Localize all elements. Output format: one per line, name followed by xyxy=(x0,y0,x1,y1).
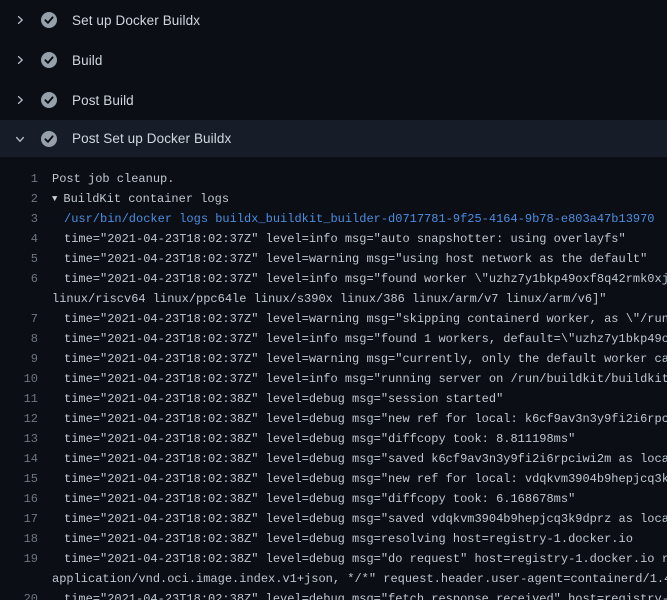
log-line-number[interactable]: 11 xyxy=(0,389,44,409)
step-label: Set up Docker Buildx xyxy=(72,13,200,28)
group-expander-icon[interactable]: ▼ xyxy=(52,189,57,209)
log-line-number[interactable]: 19 xyxy=(0,549,44,569)
log-line-text: time="2021-04-23T18:02:38Z" level=debug … xyxy=(64,469,667,489)
log-line-text: linux/riscv64 linux/ppc64le linux/s390x … xyxy=(52,289,607,309)
log-line-text: time="2021-04-23T18:02:37Z" level=info m… xyxy=(64,269,667,289)
log-line: 14 time="2021-04-23T18:02:38Z" level=deb… xyxy=(0,449,667,469)
log-line: 8 time="2021-04-23T18:02:37Z" level=info… xyxy=(0,329,667,349)
log-line-text: time="2021-04-23T18:02:38Z" level=debug … xyxy=(64,449,667,469)
check-circle-icon xyxy=(36,51,62,69)
log-line-number[interactable]: 5 xyxy=(0,249,44,269)
log-line-text: time="2021-04-23T18:02:38Z" level=debug … xyxy=(64,389,503,409)
log-line-number[interactable]: 13 xyxy=(0,429,44,449)
log-line-text: /usr/bin/docker logs buildx_buildkit_bui… xyxy=(64,209,655,229)
step-label: Build xyxy=(72,53,103,68)
log-line-number[interactable]: 20 xyxy=(0,589,44,600)
log-line-text: time="2021-04-23T18:02:37Z" level=info m… xyxy=(64,369,667,389)
log-line-text: time="2021-04-23T18:02:37Z" level=warnin… xyxy=(64,249,647,269)
step-row-post-set-up-docker-buildx[interactable]: Post Set up Docker Buildx xyxy=(0,120,667,157)
log-line-text: time="2021-04-23T18:02:37Z" level=info m… xyxy=(64,229,626,249)
log-line: application/vnd.oci.image.index.v1+json,… xyxy=(0,569,667,589)
check-circle-icon xyxy=(36,91,62,109)
log-group-title[interactable]: BuildKit container logs xyxy=(63,192,229,206)
log-line-number[interactable]: 15 xyxy=(0,469,44,489)
log-line-number[interactable]: 17 xyxy=(0,509,44,529)
job-steps-list: Set up Docker Buildx Build P xyxy=(0,0,667,157)
log-line-text: time="2021-04-23T18:02:38Z" level=debug … xyxy=(64,409,667,429)
log-line-text: time="2021-04-23T18:02:38Z" level=debug … xyxy=(64,509,667,529)
log-line: 9 time="2021-04-23T18:02:37Z" level=warn… xyxy=(0,349,667,369)
log-line: 12 time="2021-04-23T18:02:38Z" level=deb… xyxy=(0,409,667,429)
log-line-number[interactable]: 1 xyxy=(0,169,44,189)
log-line-number[interactable]: 8 xyxy=(0,329,44,349)
chevron-right-icon[interactable] xyxy=(8,54,32,66)
log-line-text: time="2021-04-23T18:02:37Z" level=warnin… xyxy=(64,309,667,329)
log-line: 4 time="2021-04-23T18:02:37Z" level=info… xyxy=(0,229,667,249)
step-row-set-up-docker-buildx[interactable]: Set up Docker Buildx xyxy=(0,0,667,40)
log-line: linux/riscv64 linux/ppc64le linux/s390x … xyxy=(0,289,667,309)
step-log-output: 1 Post job cleanup. 2 ▼ BuildKit containe… xyxy=(0,157,667,600)
log-line-number[interactable]: 2 xyxy=(0,189,44,209)
chevron-right-icon[interactable] xyxy=(8,94,32,106)
log-line: 7 time="2021-04-23T18:02:37Z" level=warn… xyxy=(0,309,667,329)
log-line-text: time="2021-04-23T18:02:38Z" level=debug … xyxy=(64,549,667,569)
log-line-number xyxy=(0,569,44,589)
log-line: 13 time="2021-04-23T18:02:38Z" level=deb… xyxy=(0,429,667,449)
check-circle-icon xyxy=(36,11,62,29)
log-line: 15 time="2021-04-23T18:02:38Z" level=deb… xyxy=(0,469,667,489)
log-line: 10 time="2021-04-23T18:02:37Z" level=inf… xyxy=(0,369,667,389)
workflow-job-log-panel: Set up Docker Buildx Build P xyxy=(0,0,667,600)
log-line-number[interactable]: 7 xyxy=(0,309,44,329)
chevron-down-icon[interactable] xyxy=(8,133,32,145)
log-line: 17 time="2021-04-23T18:02:38Z" level=deb… xyxy=(0,509,667,529)
step-label: Post Build xyxy=(72,93,134,108)
log-line-number[interactable]: 6 xyxy=(0,269,44,289)
log-line: 6 time="2021-04-23T18:02:37Z" level=info… xyxy=(0,269,667,289)
log-line: 16 time="2021-04-23T18:02:38Z" level=deb… xyxy=(0,489,667,509)
log-line-number[interactable]: 9 xyxy=(0,349,44,369)
log-line: 1 Post job cleanup. xyxy=(0,169,667,189)
log-line-number[interactable]: 10 xyxy=(0,369,44,389)
log-line-text: time="2021-04-23T18:02:38Z" level=debug … xyxy=(64,589,667,600)
log-line-number[interactable]: 16 xyxy=(0,489,44,509)
chevron-right-icon[interactable] xyxy=(8,14,32,26)
log-line-text: Post job cleanup. xyxy=(52,169,174,189)
log-line-number[interactable]: 4 xyxy=(0,229,44,249)
step-row-build[interactable]: Build xyxy=(0,40,667,80)
log-line: 18 time="2021-04-23T18:02:38Z" level=deb… xyxy=(0,529,667,549)
log-line-text: time="2021-04-23T18:02:37Z" level=warnin… xyxy=(64,349,667,369)
log-line: 20 time="2021-04-23T18:02:38Z" level=deb… xyxy=(0,589,667,600)
log-line: 11 time="2021-04-23T18:02:38Z" level=deb… xyxy=(0,389,667,409)
log-line-number xyxy=(0,289,44,309)
log-line-text: time="2021-04-23T18:02:38Z" level=debug … xyxy=(64,489,575,509)
log-line: 2 ▼ BuildKit container logs xyxy=(0,189,667,209)
log-line-number[interactable]: 12 xyxy=(0,409,44,429)
log-line-text: time="2021-04-23T18:02:38Z" level=debug … xyxy=(64,529,633,549)
log-line: 19 time="2021-04-23T18:02:38Z" level=deb… xyxy=(0,549,667,569)
log-line-text: time="2021-04-23T18:02:37Z" level=info m… xyxy=(64,329,667,349)
step-label: Post Set up Docker Buildx xyxy=(72,131,231,146)
step-row-post-build[interactable]: Post Build xyxy=(0,80,667,120)
log-line-text: time="2021-04-23T18:02:38Z" level=debug … xyxy=(64,429,575,449)
log-line-text: application/vnd.oci.image.index.v1+json,… xyxy=(52,569,667,589)
log-line-number[interactable]: 14 xyxy=(0,449,44,469)
check-circle-icon xyxy=(36,130,62,148)
log-line-text: ▼ BuildKit container logs xyxy=(52,189,229,209)
log-line-number[interactable]: 3 xyxy=(0,209,44,229)
log-line: 3 /usr/bin/docker logs buildx_buildkit_b… xyxy=(0,209,667,229)
log-line-number[interactable]: 18 xyxy=(0,529,44,549)
log-line: 5 time="2021-04-23T18:02:37Z" level=warn… xyxy=(0,249,667,269)
